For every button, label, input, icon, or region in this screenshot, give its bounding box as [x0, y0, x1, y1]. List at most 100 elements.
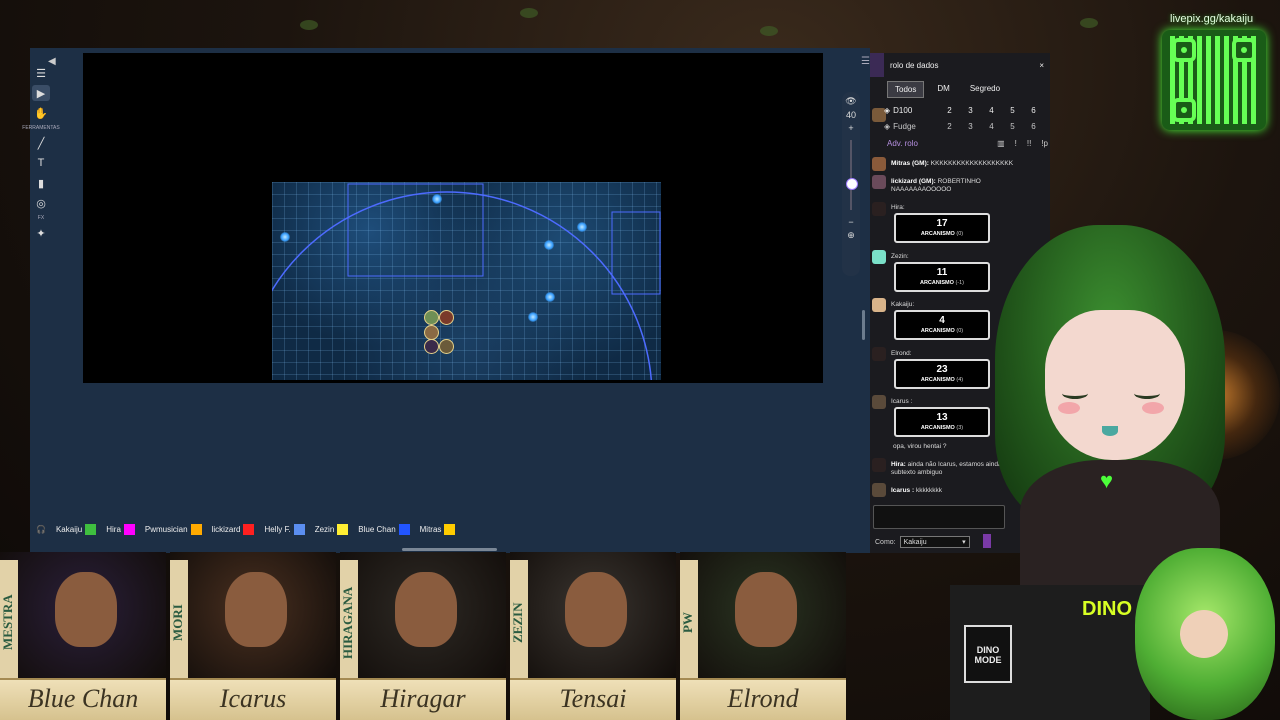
target-icon[interactable]: ⊕ [847, 230, 855, 241]
light-source [528, 312, 538, 322]
hand-icon[interactable]: ✋ [32, 105, 50, 121]
ruler-icon[interactable]: ▮ [32, 175, 50, 191]
horizontal-scrollbar[interactable] [402, 548, 497, 551]
avatar [872, 157, 886, 171]
roll-mode-button[interactable]: ! [1015, 139, 1017, 148]
zoom-slider[interactable] [846, 140, 858, 210]
dice-icon: ◈ [884, 122, 891, 131]
avatar [872, 347, 886, 361]
speak-as-select[interactable]: Kakaiju ▾ [899, 536, 970, 548]
player-entry[interactable]: Pwmusician [145, 524, 202, 535]
roll-mode-button[interactable]: !! [1027, 139, 1031, 148]
chat-input[interactable] [873, 505, 1005, 529]
spell-area-arc [272, 183, 661, 380]
dice-count-button[interactable]: 2 [939, 122, 960, 131]
zoom-out-button[interactable]: − [848, 217, 853, 227]
player-token[interactable] [439, 310, 454, 325]
avatar [872, 483, 886, 497]
vtuber-eye [1062, 388, 1088, 399]
player-name: Mitras [419, 525, 442, 534]
avatar [872, 202, 886, 216]
leaf-decoration [300, 20, 318, 30]
avatar [872, 250, 886, 264]
character-card: HIRAGANA Hiragar [340, 552, 506, 720]
roll-result: 17 ARCANISMO (0) [894, 213, 990, 243]
player-color-swatch [293, 524, 305, 535]
dice-count-button[interactable]: 5 [1002, 122, 1023, 131]
player-name: Pwmusician [144, 525, 188, 534]
player-entry[interactable]: Helly F. [264, 524, 305, 535]
aoe-icon[interactable]: ◎ [32, 195, 50, 211]
speak-as-label: Como: [875, 538, 896, 546]
avatar [872, 298, 886, 312]
dice-type[interactable]: Fudge [893, 122, 916, 131]
roll-author: Zezin: [891, 253, 909, 260]
advantage-roll-row: Adv. rolo ▥ ! !! !p [880, 136, 1048, 150]
player-bar: 🎧 Kakaiju Hira Pwmusician lickizard Helly F.… [36, 524, 456, 535]
tab-segredo[interactable]: Segredo [963, 81, 1007, 98]
pointer-icon[interactable]: ▶ [32, 85, 50, 101]
character-portrait [565, 572, 627, 647]
donation-url: livepix.gg/kakaiju [1170, 13, 1254, 25]
layout-icon[interactable]: ▥ [997, 139, 1005, 148]
dice-count-button[interactable]: 6 [1023, 106, 1044, 115]
player-token[interactable] [424, 339, 439, 354]
player-entry[interactable]: Hira [106, 524, 135, 535]
dice-count-button[interactable]: 4 [981, 106, 1002, 115]
zoom-control: 👁 40 + − ⊕ [842, 92, 860, 276]
character-portrait [735, 572, 797, 647]
dino-tag: DINO MODE [964, 625, 1012, 683]
dice-count-button[interactable]: 4 [981, 122, 1002, 131]
eye-icon[interactable]: 👁 [845, 96, 856, 107]
player-entry[interactable]: lickizard [212, 524, 255, 535]
player-entry[interactable]: Zezin [315, 524, 349, 535]
text-icon[interactable]: T [32, 155, 50, 171]
avatar [872, 395, 886, 409]
menu-icon[interactable]: ☰ [32, 65, 50, 81]
player-entry[interactable]: Mitras [420, 524, 456, 535]
tools-label: FERRAMENTAS [22, 125, 60, 131]
chat-title: rolo de dados [890, 60, 939, 70]
player-name: Kakaiju [55, 525, 83, 534]
player-entry[interactable]: Kakaiju [55, 524, 97, 535]
player-token[interactable] [424, 310, 439, 325]
vertical-scrollbar[interactable] [862, 310, 865, 340]
fx-label: FX [37, 215, 45, 221]
chat-message: Icarus : kkkkkkkk [891, 487, 942, 494]
character-player-tag: ZEZIN [510, 560, 528, 685]
send-button[interactable] [983, 534, 991, 548]
qr-code [1162, 30, 1266, 130]
tab-dm[interactable]: DM [930, 81, 956, 98]
roll-author: Hira: [891, 204, 905, 211]
dice-count-button[interactable]: 6 [1023, 122, 1044, 131]
dice-count-button[interactable]: 2 [939, 106, 960, 115]
roll-author: Elrond: [891, 350, 912, 357]
dice-count-button[interactable]: 3 [960, 122, 981, 131]
panel-menu-icon[interactable]: ☰ [861, 56, 870, 67]
zoom-in-button[interactable]: + [848, 123, 853, 133]
dice-type[interactable]: D100 [893, 106, 912, 115]
adv-roll-label[interactable]: Adv. rolo [887, 139, 918, 148]
tab-todos[interactable]: Todos [887, 81, 925, 98]
player-color-swatch [444, 524, 456, 535]
player-entry[interactable]: Blue Chan [358, 524, 410, 535]
dice-count-button[interactable]: 5 [1002, 106, 1023, 115]
character-player-tag: MESTRA [0, 560, 18, 685]
player-token[interactable] [424, 325, 439, 340]
brush-icon[interactable]: ╱ [32, 135, 50, 151]
dice-count-button[interactable]: 3 [960, 106, 981, 115]
zoom-slider-knob[interactable] [846, 178, 858, 190]
character-card: ZEZIN Tensai [510, 552, 676, 720]
character-portrait [55, 572, 117, 647]
player-token[interactable] [439, 339, 454, 354]
character-card: PW Elrond [680, 552, 846, 720]
player-color-swatch [398, 524, 410, 535]
roll-mode-button[interactable]: !p [1041, 139, 1048, 148]
character-name-banner: Elrond [680, 678, 846, 720]
speak-as: Como: Kakaiju ▾ [875, 536, 970, 548]
battle-map[interactable] [272, 182, 661, 380]
avatar [872, 175, 886, 189]
wand-icon[interactable]: ✦ [32, 225, 50, 241]
player-color-swatch [337, 524, 349, 535]
close-icon[interactable]: × [1039, 61, 1044, 70]
